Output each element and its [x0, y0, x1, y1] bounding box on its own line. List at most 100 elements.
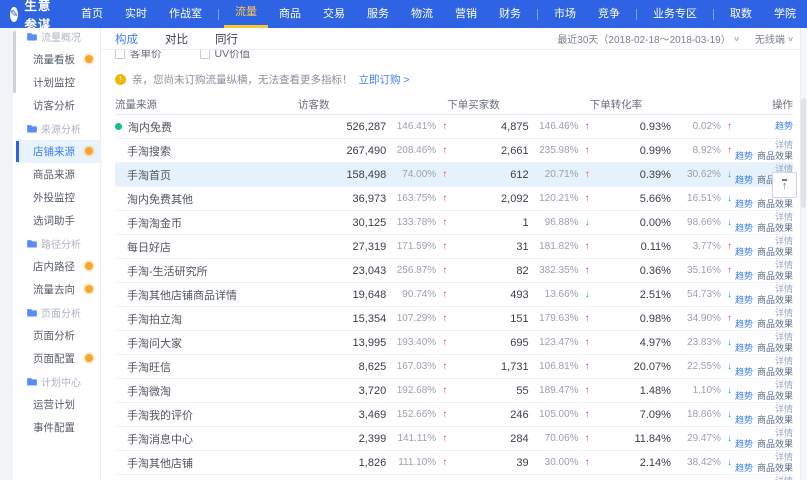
product-effect-link[interactable]: 商品效果: [757, 271, 793, 282]
subscribe-link[interactable]: 立即订购 >: [359, 72, 410, 87]
nav-item-物流[interactable]: 物流: [400, 0, 444, 28]
app-logo[interactable]: ✎ 生意参谋: [10, 0, 54, 33]
nav-item-业务专区[interactable]: 业务专区: [642, 0, 708, 28]
table-row: 每日好店 27,319 171.59% ↑ 31 181.82% ↑ 0.11%…: [115, 235, 793, 259]
trend-arrow-icon: ↑: [721, 265, 732, 276]
detail-link[interactable]: 详情: [775, 140, 793, 151]
detail-link[interactable]: 详情: [775, 404, 793, 415]
nav-item-作战室[interactable]: 作战室: [158, 0, 213, 28]
nav-item-交易[interactable]: 交易: [312, 0, 356, 28]
trend-arrow-icon: ↑: [721, 241, 732, 252]
trend-link[interactable]: 趋势: [735, 223, 753, 234]
tab-构成[interactable]: 构成: [115, 31, 138, 47]
trend-arrow-icon: ↑: [721, 145, 732, 156]
sidebar-item-访客分析[interactable]: 访客分析: [16, 94, 100, 117]
sidebar-item-页面分析[interactable]: 页面分析: [16, 324, 100, 347]
product-effect-link[interactable]: 商品效果: [757, 223, 793, 234]
trend-link[interactable]: 趋势: [735, 439, 753, 450]
trend-link[interactable]: 趋势: [735, 175, 753, 186]
sidebar-item-事件配置[interactable]: 事件配置: [16, 416, 100, 439]
table-row: 手淘消息中心 2,399 141.11% ↑ 284 70.06% ↑ 11.8…: [115, 427, 793, 451]
detail-link[interactable]: 详情: [775, 260, 793, 271]
product-effect-link[interactable]: 商品效果: [757, 391, 793, 402]
nav-item-竞争[interactable]: 竞争: [587, 0, 631, 28]
sidebar-item-选词助手[interactable]: 选词助手: [16, 209, 100, 232]
detail-link[interactable]: 详情: [775, 356, 793, 367]
operations-cell: 详情 趋势 商品效果: [732, 260, 793, 281]
sidebar-item-流量看板[interactable]: 流量看板: [16, 48, 100, 71]
source-name: 手淘问大家: [127, 335, 182, 351]
product-effect-link[interactable]: 商品效果: [757, 343, 793, 354]
sidebar-item-页面配置[interactable]: 页面配置: [16, 347, 100, 370]
product-effect-link[interactable]: 商品效果: [757, 295, 793, 306]
chevron-down-icon: ∨: [733, 35, 740, 43]
sidebar-item-label: 运营计划: [33, 397, 75, 412]
sidebar-item-店铺来源[interactable]: 店铺来源: [16, 140, 100, 163]
sidebar-item-计划监控[interactable]: 计划监控: [16, 71, 100, 94]
product-effect-link[interactable]: 商品效果: [757, 319, 793, 330]
product-effect-link[interactable]: 商品效果: [757, 247, 793, 258]
trend-link[interactable]: 趋势: [735, 199, 753, 210]
detail-link[interactable]: 详情: [775, 212, 793, 223]
detail-link[interactable]: 详情: [775, 476, 793, 480]
checkbox-icon[interactable]: [115, 50, 125, 59]
detail-link[interactable]: 详情: [775, 284, 793, 295]
trend-link[interactable]: 趋势: [735, 391, 753, 402]
sidebar-item-流量去向[interactable]: 流量去向: [16, 278, 100, 301]
nav-item-服务[interactable]: 服务: [356, 0, 400, 28]
buyers-change: 146.46%: [529, 121, 579, 132]
nav-item-实时[interactable]: 实时: [114, 0, 158, 28]
nav-item-市场[interactable]: 市场: [543, 0, 587, 28]
trend-arrow-icon: ↑: [579, 241, 590, 252]
detail-link[interactable]: 详情: [775, 452, 793, 463]
product-effect-link[interactable]: 商品效果: [757, 199, 793, 210]
back-to-top-button[interactable]: ↑: [772, 172, 797, 198]
visitors-cell: 3,469 152.66% ↑: [298, 409, 447, 421]
trend-link[interactable]: 趋势: [735, 319, 753, 330]
product-effect-link[interactable]: 商品效果: [757, 439, 793, 450]
metric-checkbox-UV价值[interactable]: UV价值: [200, 50, 251, 61]
tab-对比[interactable]: 对比: [165, 31, 188, 47]
detail-link[interactable]: 详情: [775, 428, 793, 439]
sidebar-item-店内路径[interactable]: 店内路径: [16, 255, 100, 278]
nav-item-学院[interactable]: 学院: [763, 0, 807, 28]
device-selector[interactable]: 无线端 ∨: [755, 31, 793, 46]
page-scrollbar-track[interactable]: [800, 28, 807, 480]
trend-link[interactable]: 趋势: [735, 463, 753, 474]
product-effect-link[interactable]: 商品效果: [757, 151, 793, 162]
detail-link[interactable]: 详情: [775, 332, 793, 343]
trend-link[interactable]: 趋势: [735, 343, 753, 354]
metric-checkbox-客单价[interactable]: 客单价: [115, 50, 162, 61]
sidebar-item-外投监控[interactable]: 外投监控: [16, 186, 100, 209]
product-effect-link[interactable]: 商品效果: [757, 415, 793, 426]
nav-item-取数[interactable]: 取数: [719, 0, 763, 28]
nav-item-财务[interactable]: 财务: [488, 0, 532, 28]
page-scrollbar-thumb[interactable]: [801, 98, 806, 208]
sidebar-item-运营计划[interactable]: 运营计划: [16, 393, 100, 416]
nav-item-流量[interactable]: 流量: [224, 0, 268, 28]
detail-link[interactable]: 详情: [775, 236, 793, 247]
nav-item-首页[interactable]: 首页: [70, 0, 114, 28]
trend-link[interactable]: 趋势: [735, 151, 753, 162]
visitors-cell: 13,995 193.40% ↑: [298, 337, 447, 349]
visitors-cell: 267,490 208.46% ↑: [298, 145, 447, 157]
trend-link[interactable]: 趋势: [735, 367, 753, 378]
date-range-selector[interactable]: 最近30天（2018-02-18～2018-03-19） ∨: [557, 31, 739, 46]
visitors-cell: 158,498 74.00% ↑: [298, 169, 447, 181]
nav-item-商品[interactable]: 商品: [268, 0, 312, 28]
trend-link[interactable]: 趋势: [735, 247, 753, 258]
visitors-value: 15,354: [298, 313, 386, 325]
trend-link[interactable]: 趋势: [735, 295, 753, 306]
nav-item-营销[interactable]: 营销: [444, 0, 488, 28]
checkbox-icon[interactable]: [200, 50, 210, 59]
detail-link[interactable]: 详情: [775, 380, 793, 391]
sidebar-item-商品来源[interactable]: 商品来源: [16, 163, 100, 186]
tab-同行[interactable]: 同行: [215, 31, 238, 47]
trend-link[interactable]: 趋势: [775, 121, 793, 132]
trend-link[interactable]: 趋势: [735, 415, 753, 426]
trend-link[interactable]: 趋势: [735, 271, 753, 282]
product-effect-link[interactable]: 商品效果: [757, 367, 793, 378]
detail-link[interactable]: 详情: [775, 308, 793, 319]
product-effect-link[interactable]: 商品效果: [757, 463, 793, 474]
trend-arrow-icon: ↓: [579, 217, 590, 228]
